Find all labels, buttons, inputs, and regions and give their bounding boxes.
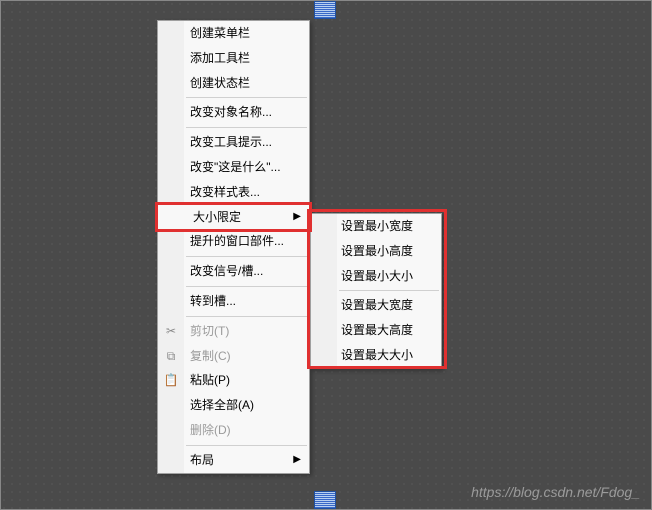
paste-icon: 📋 bbox=[163, 373, 179, 389]
submenu-item-max-width[interactable]: 设置最大宽度 bbox=[311, 293, 441, 318]
menu-item-create-menubar[interactable]: 创建菜单栏 bbox=[158, 21, 309, 46]
menu-label: 改变对象名称... bbox=[190, 104, 272, 121]
menu-label: 改变信号/槽... bbox=[190, 263, 263, 280]
menu-label: 选择全部(A) bbox=[190, 397, 254, 414]
selection-handle-top[interactable] bbox=[314, 1, 336, 19]
menu-label: 提升的窗口部件... bbox=[190, 233, 284, 250]
context-menu: 创建菜单栏 添加工具栏 创建状态栏 改变对象名称... 改变工具提示... 改变… bbox=[157, 20, 310, 474]
menu-label: 设置最大高度 bbox=[341, 322, 413, 339]
copy-icon: ⧉ bbox=[163, 348, 179, 364]
menu-separator bbox=[186, 445, 307, 446]
menu-item-goto-slot[interactable]: 转到槽... bbox=[158, 289, 309, 314]
menu-label: 剪切(T) bbox=[190, 323, 229, 340]
menu-item-change-tooltip[interactable]: 改变工具提示... bbox=[158, 130, 309, 155]
menu-item-size-constraints[interactable]: 大小限定 ▶ bbox=[155, 202, 312, 233]
menu-label: 创建菜单栏 bbox=[190, 25, 250, 42]
menu-separator bbox=[186, 97, 307, 98]
menu-label: 删除(D) bbox=[190, 422, 231, 439]
submenu-item-max-height[interactable]: 设置最大高度 bbox=[311, 318, 441, 343]
submenu-arrow-icon: ▶ bbox=[293, 453, 301, 467]
menu-label: 设置最大大小 bbox=[341, 347, 413, 364]
menu-label: 改变样式表... bbox=[190, 184, 260, 201]
menu-label: 设置最小大小 bbox=[341, 268, 413, 285]
submenu-item-max-size[interactable]: 设置最大大小 bbox=[311, 343, 441, 368]
menu-label: 添加工具栏 bbox=[190, 50, 250, 67]
submenu-item-min-size[interactable]: 设置最小大小 bbox=[311, 264, 441, 289]
menu-label: 大小限定 bbox=[193, 209, 241, 226]
menu-label: 粘贴(P) bbox=[190, 372, 230, 389]
menu-item-change-objectname[interactable]: 改变对象名称... bbox=[158, 100, 309, 125]
submenu-item-min-width[interactable]: 设置最小宽度 bbox=[311, 214, 441, 239]
menu-label: 复制(C) bbox=[190, 348, 231, 365]
menu-item-add-toolbar[interactable]: 添加工具栏 bbox=[158, 46, 309, 71]
menu-label: 创建状态栏 bbox=[190, 75, 250, 92]
menu-separator bbox=[186, 127, 307, 128]
menu-label: 设置最小高度 bbox=[341, 243, 413, 260]
menu-label: 设置最小宽度 bbox=[341, 218, 413, 235]
menu-item-paste[interactable]: 📋 粘贴(P) bbox=[158, 368, 309, 393]
submenu-item-min-height[interactable]: 设置最小高度 bbox=[311, 239, 441, 264]
cut-icon: ✂ bbox=[163, 323, 179, 339]
menu-separator bbox=[339, 290, 439, 291]
menu-item-copy: ⧉ 复制(C) bbox=[158, 344, 309, 369]
menu-separator bbox=[186, 286, 307, 287]
menu-item-select-all[interactable]: 选择全部(A) bbox=[158, 393, 309, 418]
size-constraints-submenu: 设置最小宽度 设置最小高度 设置最小大小 设置最大宽度 设置最大高度 设置最大大… bbox=[310, 213, 442, 369]
menu-label: 设置最大宽度 bbox=[341, 297, 413, 314]
selection-handle-bottom[interactable] bbox=[314, 491, 336, 509]
menu-item-change-whatsthis[interactable]: 改变"这是什么"... bbox=[158, 155, 309, 180]
menu-separator bbox=[186, 316, 307, 317]
menu-label: 改变"这是什么"... bbox=[190, 159, 281, 176]
menu-label: 转到槽... bbox=[190, 293, 236, 310]
menu-label: 改变工具提示... bbox=[190, 134, 272, 151]
menu-item-promoted-widgets[interactable]: 提升的窗口部件... bbox=[158, 229, 309, 254]
menu-item-change-signals-slots[interactable]: 改变信号/槽... bbox=[158, 259, 309, 284]
menu-label: 布局 bbox=[190, 452, 214, 469]
watermark-text: https://blog.csdn.net/Fdog_ bbox=[471, 484, 640, 500]
menu-item-layout[interactable]: 布局 ▶ bbox=[158, 448, 309, 473]
menu-item-delete: 删除(D) bbox=[158, 418, 309, 443]
menu-item-cut: ✂ 剪切(T) bbox=[158, 319, 309, 344]
menu-item-create-statusbar[interactable]: 创建状态栏 bbox=[158, 71, 309, 96]
menu-separator bbox=[186, 256, 307, 257]
submenu-arrow-icon: ▶ bbox=[293, 210, 301, 224]
